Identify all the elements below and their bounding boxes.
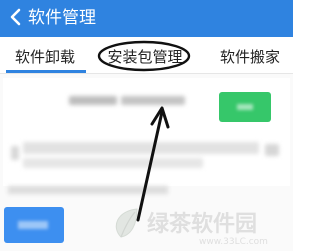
uninstall-button[interactable] [219,92,271,122]
title-bar: 软件管理 [0,0,293,37]
blurred-icon [265,144,279,156]
blurred-app-description [23,142,259,154]
tab-software-move[interactable]: 软件搬家 [210,37,290,73]
app-list [0,74,293,251]
back-button[interactable] [4,0,26,37]
chevron-left-icon [9,8,21,30]
page-title: 软件管理 [28,8,96,28]
blurred-app-description [23,158,203,168]
blurred-app-name [121,96,185,105]
secondary-button[interactable] [4,207,64,243]
blurred-icon [11,146,19,160]
tab-package-manager[interactable]: 安装包管理 [101,37,189,73]
tab-software-uninstall[interactable]: 软件卸载 [0,37,90,73]
blurred-app-name [69,96,117,105]
tab-bar: 软件卸载 安装包管理 软件搬家 [0,37,293,74]
blurred-section-text [8,186,168,194]
list-item[interactable] [3,78,290,186]
selected-tab-indicator [6,70,86,73]
